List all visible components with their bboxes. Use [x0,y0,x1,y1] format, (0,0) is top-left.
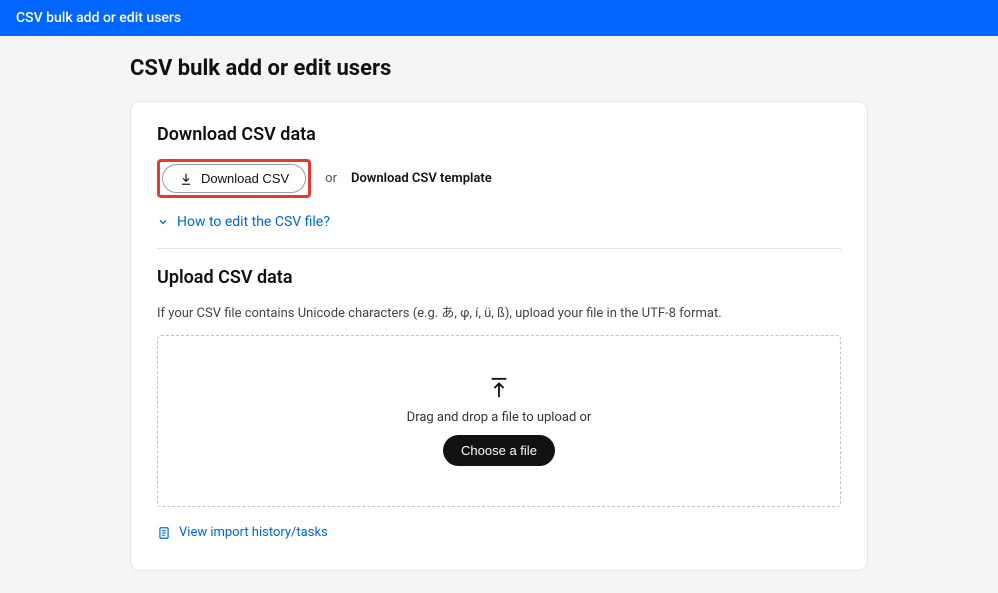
upload-section: Upload CSV data If your CSV file contain… [157,267,841,540]
download-row: Download CSV or Download CSV template [157,159,841,198]
upload-icon [488,376,510,400]
view-import-history-link[interactable]: View import history/tasks [157,525,841,540]
choose-file-label: Choose a file [461,443,537,458]
download-icon [179,172,193,186]
history-icon [157,526,171,540]
section-divider [157,248,841,249]
upload-heading: Upload CSV data [157,267,841,288]
download-section: Download CSV data Download CSV [157,124,841,230]
download-csv-label: Download CSV [201,171,289,186]
choose-file-button[interactable]: Choose a file [443,435,555,466]
how-to-edit-label: How to edit the CSV file? [177,214,330,230]
view-import-history-label: View import history/tasks [179,525,328,540]
download-template-link[interactable]: Download CSV template [351,171,492,186]
dropzone-text: Drag and drop a file to upload or [407,410,592,425]
chevron-down-icon [157,216,169,228]
download-heading: Download CSV data [157,124,841,145]
page-title: CSV bulk add or edit users [130,56,868,81]
upload-help-text: If your CSV file contains Unicode charac… [157,302,841,321]
download-csv-highlight: Download CSV [157,159,311,198]
top-bar-title: CSV bulk add or edit users [16,10,181,26]
main-card: Download CSV data Download CSV [130,101,868,571]
file-dropzone[interactable]: Drag and drop a file to upload or Choose… [157,335,841,507]
download-csv-button[interactable]: Download CSV [162,164,306,193]
content-area: CSV bulk add or edit users Download CSV … [0,36,998,571]
how-to-edit-toggle[interactable]: How to edit the CSV file? [157,214,841,230]
or-text: or [325,171,337,186]
top-bar: CSV bulk add or edit users [0,0,998,36]
